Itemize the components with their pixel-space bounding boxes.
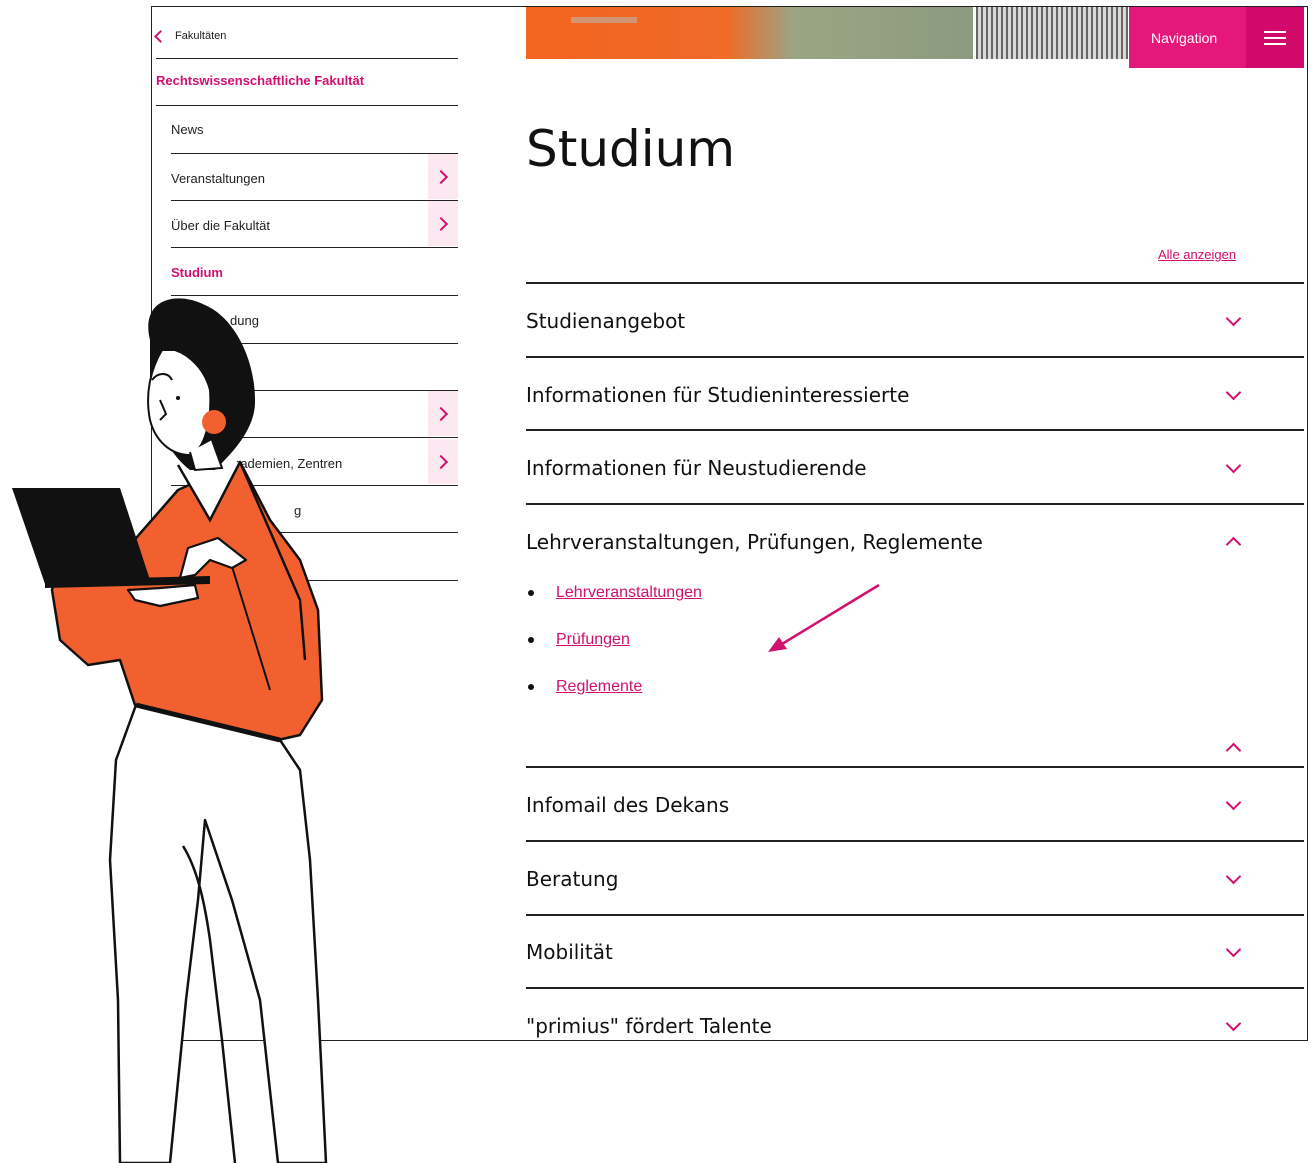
woman-with-laptop-illustration <box>12 298 328 1163</box>
